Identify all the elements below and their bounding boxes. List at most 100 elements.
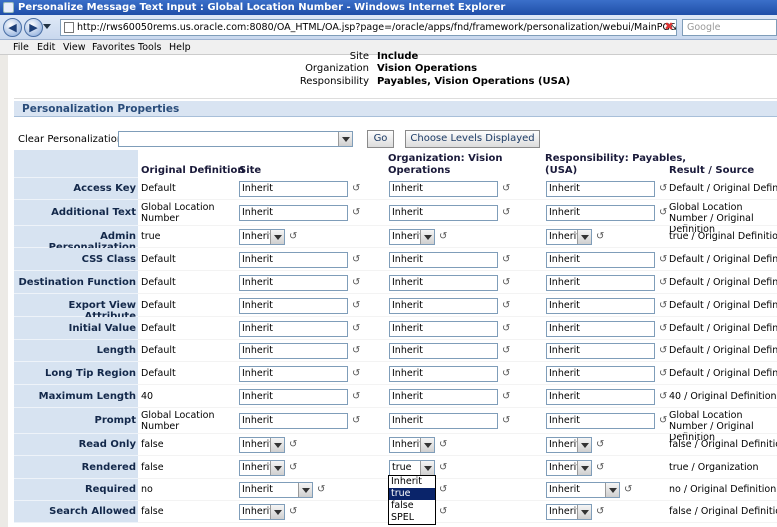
- site-input[interactable]: Inherit: [239, 321, 348, 337]
- forward-arrow-icon[interactable]: ▶: [24, 18, 43, 37]
- revert-icon[interactable]: ↺: [502, 324, 511, 334]
- menu-favorites[interactable]: Favorites: [92, 42, 135, 53]
- revert-icon[interactable]: ↺: [317, 485, 326, 495]
- chevron-down-icon[interactable]: [605, 483, 619, 497]
- revert-icon[interactable]: ↺: [659, 278, 668, 288]
- site-select[interactable]: Inherit: [239, 482, 313, 498]
- chevron-down-icon[interactable]: [577, 230, 591, 244]
- resp-input[interactable]: Inherit: [546, 366, 655, 382]
- revert-icon[interactable]: ↺: [596, 507, 605, 517]
- revert-icon[interactable]: ↺: [659, 346, 668, 356]
- revert-icon[interactable]: ↺: [502, 369, 511, 379]
- choose-levels-button[interactable]: Choose Levels Displayed: [405, 130, 540, 148]
- dropdown-option-inherit[interactable]: Inherit: [389, 476, 435, 488]
- site-select[interactable]: Inherit: [239, 504, 285, 520]
- dropdown-option-true[interactable]: true: [389, 488, 435, 500]
- resp-input[interactable]: Inherit: [546, 205, 655, 221]
- org-input[interactable]: Inherit: [389, 181, 498, 197]
- search-input[interactable]: Google: [682, 19, 777, 36]
- revert-icon[interactable]: ↺: [352, 346, 361, 356]
- revert-icon[interactable]: ↺: [659, 392, 668, 402]
- revert-icon[interactable]: ↺: [289, 507, 298, 517]
- dropdown-option-spel[interactable]: SPEL: [389, 512, 435, 524]
- revert-icon[interactable]: ↺: [352, 255, 361, 265]
- revert-icon[interactable]: ↺: [439, 485, 448, 495]
- revert-icon[interactable]: ↺: [289, 440, 298, 450]
- site-input[interactable]: Inherit: [239, 343, 348, 359]
- menu-view[interactable]: View: [63, 42, 86, 53]
- revert-icon[interactable]: ↺: [659, 416, 668, 426]
- revert-icon[interactable]: ↺: [352, 278, 361, 288]
- chevron-down-icon[interactable]: [270, 505, 284, 519]
- resp-select[interactable]: Inherit: [546, 482, 620, 498]
- revert-icon[interactable]: ↺: [352, 301, 361, 311]
- revert-icon[interactable]: ↺: [352, 208, 361, 218]
- chevron-down-icon[interactable]: [577, 461, 591, 475]
- revert-icon[interactable]: ↺: [502, 346, 511, 356]
- resp-input[interactable]: Inherit: [546, 181, 655, 197]
- revert-icon[interactable]: ↺: [659, 255, 668, 265]
- revert-icon[interactable]: ↺: [502, 416, 511, 426]
- revert-icon[interactable]: ↺: [439, 232, 448, 242]
- stop-icon[interactable]: ✖: [663, 20, 675, 33]
- revert-icon[interactable]: ↺: [502, 184, 511, 194]
- revert-icon[interactable]: ↺: [439, 463, 448, 473]
- back-arrow-icon[interactable]: ◀: [3, 18, 22, 37]
- org-select[interactable]: Inherit: [389, 437, 435, 453]
- resp-input[interactable]: Inherit: [546, 275, 655, 291]
- org-input[interactable]: Inherit: [389, 321, 498, 337]
- org-input[interactable]: Inherit: [389, 366, 498, 382]
- chevron-down-icon[interactable]: [270, 461, 284, 475]
- org-input[interactable]: Inherit: [389, 205, 498, 221]
- org-input[interactable]: Inherit: [389, 389, 498, 405]
- chevron-down-icon[interactable]: [338, 132, 352, 146]
- chevron-down-icon[interactable]: [420, 461, 434, 475]
- revert-icon[interactable]: ↺: [659, 208, 668, 218]
- revert-icon[interactable]: ↺: [289, 463, 298, 473]
- chevron-down-icon[interactable]: [298, 483, 312, 497]
- revert-icon[interactable]: ↺: [659, 324, 668, 334]
- revert-icon[interactable]: ↺: [502, 301, 511, 311]
- resp-input[interactable]: Inherit: [546, 298, 655, 314]
- revert-icon[interactable]: ↺: [596, 440, 605, 450]
- site-input[interactable]: Inherit: [239, 298, 348, 314]
- revert-icon[interactable]: ↺: [502, 255, 511, 265]
- resp-input[interactable]: Inherit: [546, 321, 655, 337]
- resp-input[interactable]: Inherit: [546, 252, 655, 268]
- site-input[interactable]: Inherit: [239, 181, 348, 197]
- address-bar[interactable]: http://rws60050rems.us.oracle.com:8080/O…: [60, 19, 677, 36]
- revert-icon[interactable]: ↺: [624, 485, 633, 495]
- chevron-down-icon[interactable]: [420, 230, 434, 244]
- revert-icon[interactable]: ↺: [289, 232, 298, 242]
- org-select[interactable]: true: [389, 460, 435, 476]
- chevron-down-icon[interactable]: [577, 438, 591, 452]
- menu-file[interactable]: File: [13, 42, 29, 53]
- revert-icon[interactable]: ↺: [659, 184, 668, 194]
- revert-icon[interactable]: ↺: [502, 392, 511, 402]
- revert-icon[interactable]: ↺: [502, 278, 511, 288]
- dropdown-option-false[interactable]: false: [389, 500, 435, 512]
- site-input[interactable]: Inherit: [239, 389, 348, 405]
- revert-icon[interactable]: ↺: [439, 507, 448, 517]
- clear-personalization-select[interactable]: [118, 131, 353, 147]
- org-select[interactable]: Inherit: [389, 229, 435, 245]
- resp-select[interactable]: Inherit: [546, 229, 592, 245]
- revert-icon[interactable]: ↺: [596, 463, 605, 473]
- revert-icon[interactable]: ↺: [659, 369, 668, 379]
- org-input[interactable]: Inherit: [389, 413, 498, 429]
- revert-icon[interactable]: ↺: [352, 392, 361, 402]
- go-button[interactable]: Go: [367, 130, 394, 148]
- org-input[interactable]: Inherit: [389, 275, 498, 291]
- site-select[interactable]: Inherit: [239, 229, 285, 245]
- chevron-down-icon[interactable]: [577, 505, 591, 519]
- revert-icon[interactable]: ↺: [596, 232, 605, 242]
- history-dropdown-icon[interactable]: [43, 24, 51, 29]
- revert-icon[interactable]: ↺: [352, 324, 361, 334]
- menu-edit[interactable]: Edit: [37, 42, 55, 53]
- org-input[interactable]: Inherit: [389, 343, 498, 359]
- site-select[interactable]: Inherit: [239, 460, 285, 476]
- chevron-down-icon[interactable]: [270, 230, 284, 244]
- resp-input[interactable]: Inherit: [546, 389, 655, 405]
- revert-icon[interactable]: ↺: [352, 369, 361, 379]
- revert-icon[interactable]: ↺: [352, 184, 361, 194]
